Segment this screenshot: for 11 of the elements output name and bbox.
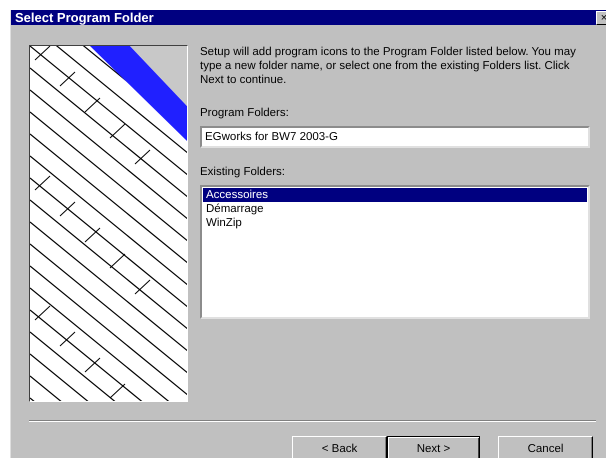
list-label: Existing Folders:: [200, 166, 286, 178]
window-title: Select Program Folder: [15, 10, 154, 25]
folder-item[interactable]: WinZip: [203, 216, 587, 230]
dialog-button[interactable]: Cancel: [498, 436, 593, 458]
folder-item[interactable]: Démarrage: [203, 202, 587, 216]
instructions-text: Setup will add program icons to the Program Folder listed below. You may type a new folder name, or select one from the existing Folders list. Click Next to continue.: [200, 45, 577, 87]
dialog-button[interactable]: Next >: [387, 436, 480, 458]
program-folder-field[interactable]: EGworks for BW7 2003-G: [200, 126, 590, 148]
field-label: Program Folders:: [200, 107, 289, 119]
folder-item[interactable]: Accessoires: [203, 188, 587, 202]
dialog-button[interactable]: < Back: [292, 436, 387, 458]
